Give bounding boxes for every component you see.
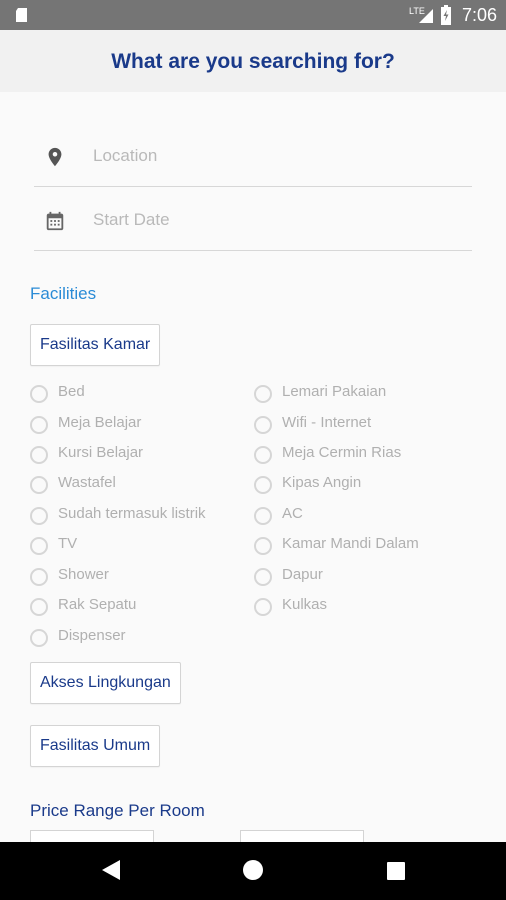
app-header: What are you searching for? (0, 30, 506, 92)
radio-circle[interactable] (30, 629, 48, 647)
radio-circle[interactable] (30, 507, 48, 525)
facility-option-label: Meja Cermin Rias (282, 444, 402, 461)
facility-option-label: Dispenser (58, 627, 126, 644)
radio-circle[interactable] (30, 385, 48, 403)
page-title: What are you searching for? (111, 50, 395, 73)
facility-option-label: Shower (58, 566, 109, 583)
radio-circle[interactable] (30, 598, 48, 616)
facility-option-label: Wifi - Internet (282, 414, 372, 431)
facility-option-label: Wastafel (58, 474, 116, 491)
facilities-label: Facilities (30, 284, 97, 303)
facility-option-label: Sudah termasuk listrik (58, 505, 206, 522)
akses-lingkungan-button[interactable]: Akses Lingkungan (30, 662, 181, 704)
facility-option-label: Kursi Belajar (58, 444, 144, 461)
navigation-bar (0, 842, 506, 900)
radio-circle[interactable] (254, 568, 272, 586)
radio-circle[interactable] (254, 537, 272, 555)
start-date-field[interactable] (34, 196, 472, 251)
fasilitas-kamar-button[interactable]: Fasilitas Kamar (30, 324, 161, 366)
status-bar: LTE 7:06 (0, 0, 506, 30)
back-icon[interactable] (100, 858, 122, 882)
location-field[interactable] (34, 132, 472, 187)
recents-icon[interactable] (386, 861, 406, 881)
facility-option-label: TV (58, 535, 78, 552)
radio-circle[interactable] (254, 446, 272, 464)
facility-option-label: Lemari Pakaian (282, 383, 387, 400)
facility-option-label: Kulkas (282, 596, 328, 613)
radio-circle[interactable] (254, 507, 272, 525)
radio-circle[interactable] (30, 476, 48, 494)
location-input[interactable] (93, 146, 453, 166)
radio-circle[interactable] (30, 568, 48, 586)
facility-option-label: Kipas Angin (282, 474, 362, 491)
signal-icon (419, 9, 433, 23)
radio-circle[interactable] (30, 537, 48, 555)
radio-circle[interactable] (254, 476, 272, 494)
home-icon[interactable] (242, 859, 264, 881)
battery-icon (441, 5, 451, 25)
fasilitas-umum-button[interactable]: Fasilitas Umum (30, 725, 161, 767)
radio-circle[interactable] (30, 446, 48, 464)
facility-option-label: Meja Belajar (58, 414, 142, 431)
radio-circle[interactable] (30, 416, 48, 434)
calendar-icon (46, 211, 64, 231)
facility-option-label: Dapur (282, 566, 323, 583)
facility-option-label: Rak Sepatu (58, 596, 137, 613)
status-time: 7:06 (462, 5, 498, 25)
radio-circle[interactable] (254, 385, 272, 403)
price-range-label: Price Range Per Room (30, 801, 205, 820)
location-pin-icon (48, 147, 62, 167)
start-date-input[interactable] (93, 210, 453, 230)
radio-circle[interactable] (254, 598, 272, 616)
radio-circle[interactable] (254, 416, 272, 434)
facility-option-label: AC (282, 505, 303, 522)
sd-card-icon (16, 8, 27, 22)
facility-option-label: Bed (58, 383, 85, 400)
facility-option-label: Kamar Mandi Dalam (282, 535, 419, 552)
